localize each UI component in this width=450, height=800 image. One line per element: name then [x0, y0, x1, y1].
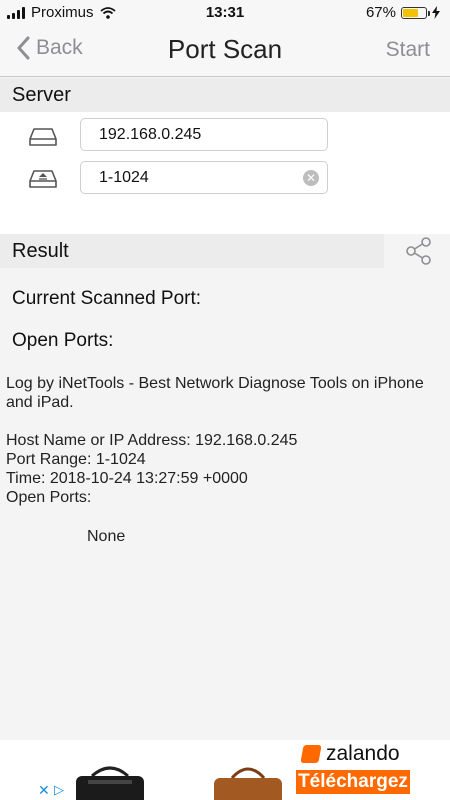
bag-image-black	[76, 766, 144, 800]
clear-icon[interactable]: ✕	[303, 170, 319, 186]
zalando-brand: zalando	[300, 742, 400, 766]
status-right: 67%	[366, 4, 440, 21]
port-range-value: 1-1024	[99, 169, 149, 186]
ad-download-button[interactable]: Téléchargez	[296, 770, 410, 794]
eject-drive-icon	[29, 170, 57, 188]
server-form: 192.168.0.245 1-1024 ✕	[0, 112, 450, 234]
bag-image-brown	[214, 767, 282, 800]
scan-log: Log by iNetTools - Best Network Diagnose…	[6, 375, 424, 506]
share-icon[interactable]	[404, 236, 434, 266]
open-ports-none: None	[87, 528, 126, 545]
result-section-header: Result	[0, 234, 384, 268]
navigation-bar: Back Port Scan Start	[0, 26, 450, 77]
status-bar: Proximus 13:31 67%	[0, 0, 450, 26]
ad-choices-icon[interactable]: ▷	[54, 782, 64, 798]
battery-level	[403, 8, 418, 17]
zalando-logo-icon	[300, 745, 322, 763]
open-ports-label: Open Ports:	[12, 330, 114, 351]
server-header-label: Server	[12, 84, 71, 106]
current-port-label: Current Scanned Port:	[12, 288, 202, 309]
charging-icon	[432, 6, 440, 19]
battery-percent: 67%	[365, 4, 396, 21]
page-title: Port Scan	[167, 34, 283, 64]
battery-icon	[401, 6, 430, 19]
ad-banner[interactable]: ✕ ▷ zalando Téléchargez	[0, 740, 450, 800]
port-range-input[interactable]: 1-1024 ✕	[80, 161, 328, 194]
result-header-label: Result	[12, 240, 69, 262]
start-button[interactable]: Start	[386, 38, 430, 62]
drive-icon	[29, 128, 57, 146]
zalando-brand-name: zalando	[326, 742, 400, 765]
ad-close-icon[interactable]: ✕	[38, 782, 50, 799]
server-section-header: Server	[0, 78, 450, 112]
host-input[interactable]: 192.168.0.245	[80, 118, 328, 151]
